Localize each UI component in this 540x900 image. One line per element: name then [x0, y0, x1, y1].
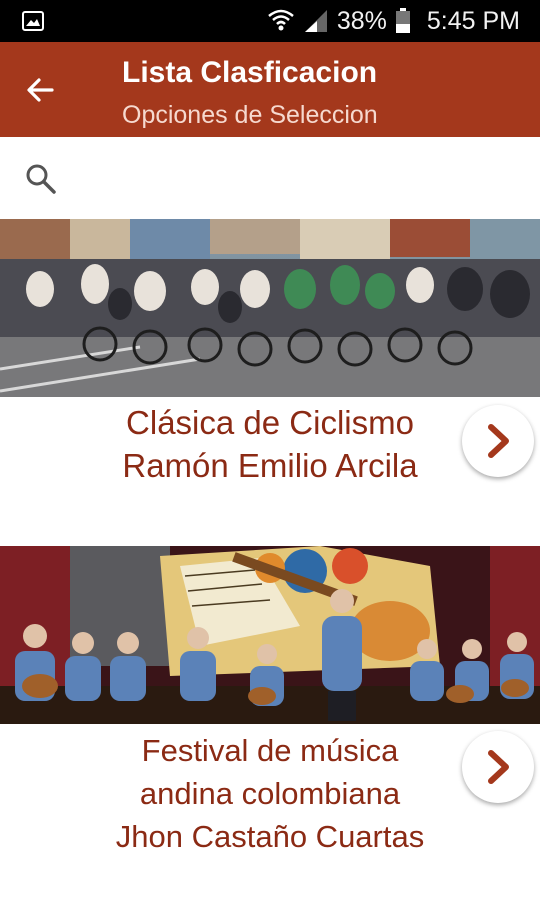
search-icon[interactable] — [24, 162, 58, 196]
chevron-right-icon — [488, 424, 509, 458]
battery-percent: 38% — [336, 6, 387, 35]
search-bar[interactable] — [0, 137, 540, 217]
card-2-title-line-2: andina colombiana — [139, 776, 401, 811]
status-bar: 38% 5:45 PM — [0, 0, 540, 42]
card-2-title-line-3: Jhon Castaño Cuartas — [115, 819, 425, 854]
cyclists-race-photo[interactable] — [0, 219, 540, 397]
wifi-icon — [268, 9, 294, 31]
page-subtitle: Opciones de Seleccion — [122, 101, 378, 129]
card-2-open-button[interactable] — [462, 731, 534, 803]
page-title: Lista Clasficacion — [122, 56, 378, 89]
app-bar: Lista Clasficacion Opciones de Seleccion — [0, 42, 540, 137]
card-2-title-line-1: Festival de música — [141, 733, 399, 768]
chevron-right-icon — [488, 750, 509, 784]
card-1-open-button[interactable] — [462, 405, 534, 477]
back-button[interactable] — [16, 66, 64, 114]
card-1-title-line-2: Ramón Emilio Arcila — [122, 447, 418, 484]
status-time: 5:45 PM — [426, 6, 520, 35]
battery-icon — [395, 8, 410, 33]
gallery-icon — [22, 11, 44, 31]
card-1-title[interactable]: Clásica de Ciclismo Ramón Emilio Arcila — [100, 401, 440, 487]
card-1-title-line-1: Clásica de Ciclismo — [126, 404, 414, 441]
andean-music-stage-photo[interactable] — [0, 546, 540, 724]
arrow-back-icon — [27, 78, 54, 102]
card-2-title[interactable]: Festival de música andina colombiana Jho… — [80, 729, 460, 858]
signal-icon — [304, 10, 327, 32]
